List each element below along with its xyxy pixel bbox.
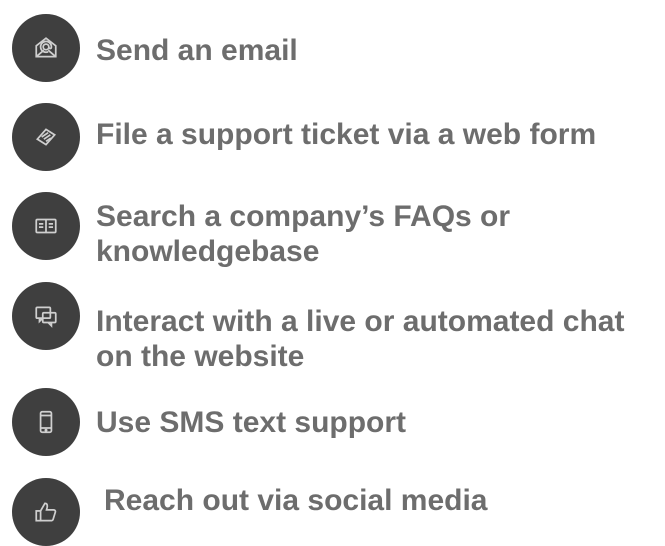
sms-badge — [12, 388, 80, 456]
knowledgebase-icon — [33, 213, 59, 239]
channel-label-chat-line-2: on the website — [96, 340, 305, 373]
channel-label-chat-line-1: Interact with a live or automated chat — [96, 305, 625, 338]
chat-badge — [12, 282, 80, 350]
channel-label-social: Reach out via social media — [104, 484, 488, 517]
channel-label-knowledgebase-line-2: knowledgebase — [96, 235, 320, 268]
thumbs-up-icon — [33, 499, 59, 525]
mobile-phone-icon — [33, 409, 59, 435]
channel-label-knowledgebase-line-1: Search a company’s FAQs or — [96, 200, 511, 233]
email-badge — [12, 14, 80, 82]
channel-label-ticket: File a support ticket via a web form — [96, 118, 597, 151]
channel-label-sms: Use SMS text support — [96, 406, 407, 439]
chat-icon — [33, 303, 59, 329]
ticket-badge — [12, 103, 80, 171]
email-icon — [33, 35, 59, 61]
knowledgebase-badge — [12, 192, 80, 260]
social-badge — [12, 478, 80, 546]
channel-label-email: Send an email — [96, 34, 298, 67]
ticket-icon — [33, 124, 59, 150]
